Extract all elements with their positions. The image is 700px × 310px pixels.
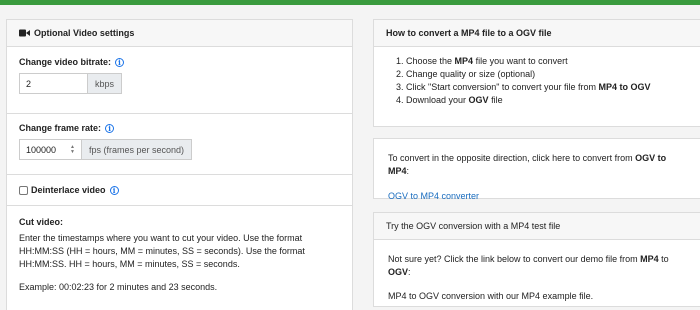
test-file-header: Try the OGV conversion with a MP4 test f… (374, 213, 700, 240)
video-camera-icon (19, 29, 30, 37)
cut-video-example: Example: 00:02:23 for 2 minutes and 23 s… (19, 282, 218, 292)
howto-step: Download your OGV file (406, 94, 688, 107)
reverse-body: To convert in the opposite direction, cl… (374, 139, 700, 213)
frame-rate-label-row: Change frame rate: i (19, 123, 115, 133)
reverse-text: To convert in the opposite direction, cl… (388, 153, 667, 176)
test-file-body: Not sure yet? Click the link below to co… (374, 240, 700, 310)
top-spacer (0, 5, 700, 19)
test-file-card: Try the OGV conversion with a MP4 test f… (373, 212, 700, 307)
howto-card: How to convert a MP4 file to a OGV file … (373, 19, 700, 127)
cut-video-line2: HH:MM:SS (HH = hours, MM = minutes, SS =… (19, 246, 305, 256)
test-file-text: Not sure yet? Click the link below to co… (388, 254, 669, 277)
cut-video-section: Cut video: Enter the timestamps where yo… (7, 206, 352, 294)
video-settings-header: Optional Video settings (7, 20, 352, 47)
frame-rate-input-group: 100000 ▲ ▼ fps (frames per second) (19, 139, 340, 160)
howto-step: Click "Start conversion" to convert your… (406, 81, 688, 94)
mp4-example-link[interactable]: MP4 to OGV conversion with our MP4 examp… (388, 290, 688, 303)
deinterlace-checkbox[interactable] (19, 185, 28, 195)
test-file-title: Try the OGV conversion with a MP4 test f… (386, 221, 561, 231)
frame-rate-input[interactable]: 100000 ▲ ▼ (19, 139, 82, 160)
bitrate-section: Change video bitrate: i 2 kbps (7, 47, 352, 114)
frame-rate-label: Change frame rate: (19, 123, 102, 133)
info-icon[interactable]: i (109, 185, 119, 195)
info-icon[interactable]: i (105, 123, 115, 133)
bitrate-unit: kbps (88, 73, 123, 94)
bitrate-label: Change video bitrate: (19, 57, 112, 67)
cut-video-line3: HH:MM:SS. HH = hours, MM = minutes, SS =… (19, 259, 240, 269)
deinterlace-label[interactable]: Deinterlace video (31, 185, 106, 195)
info-icon[interactable]: i (115, 57, 125, 67)
bitrate-input-group: 2 kbps (19, 73, 340, 94)
howto-title: How to convert a MP4 file to a OGV file (386, 28, 552, 38)
cut-video-label: Cut video: (19, 217, 63, 227)
howto-header: How to convert a MP4 file to a OGV file (374, 20, 700, 47)
deinterlace-section: Deinterlace video i (7, 175, 352, 206)
reverse-card: To convert in the opposite direction, cl… (373, 138, 700, 201)
video-settings-title: Optional Video settings (34, 28, 135, 38)
howto-step: Choose the MP4 file you want to convert (406, 55, 688, 68)
howto-body: Choose the MP4 file you want to convert … (374, 47, 700, 117)
howto-steps: Choose the MP4 file you want to convert … (388, 55, 688, 107)
spinner-arrows-icon[interactable]: ▲ ▼ (70, 144, 75, 155)
frame-rate-unit: fps (frames per second) (82, 139, 193, 160)
ogv-to-mp4-link[interactable]: OGV to MP4 converter (388, 190, 688, 203)
howto-step: Change quality or size (optional) (406, 68, 688, 81)
bitrate-label-row: Change video bitrate: i (19, 57, 125, 67)
frame-rate-value: 100000 (26, 144, 57, 155)
frame-rate-section: Change frame rate: i 100000 ▲ ▼ fps (fram… (7, 114, 352, 175)
cut-video-line1: Enter the timestamps where you want to c… (19, 233, 303, 243)
video-settings-card: Optional Video settings Change video bit… (6, 19, 353, 310)
bitrate-input[interactable]: 2 (19, 73, 88, 94)
